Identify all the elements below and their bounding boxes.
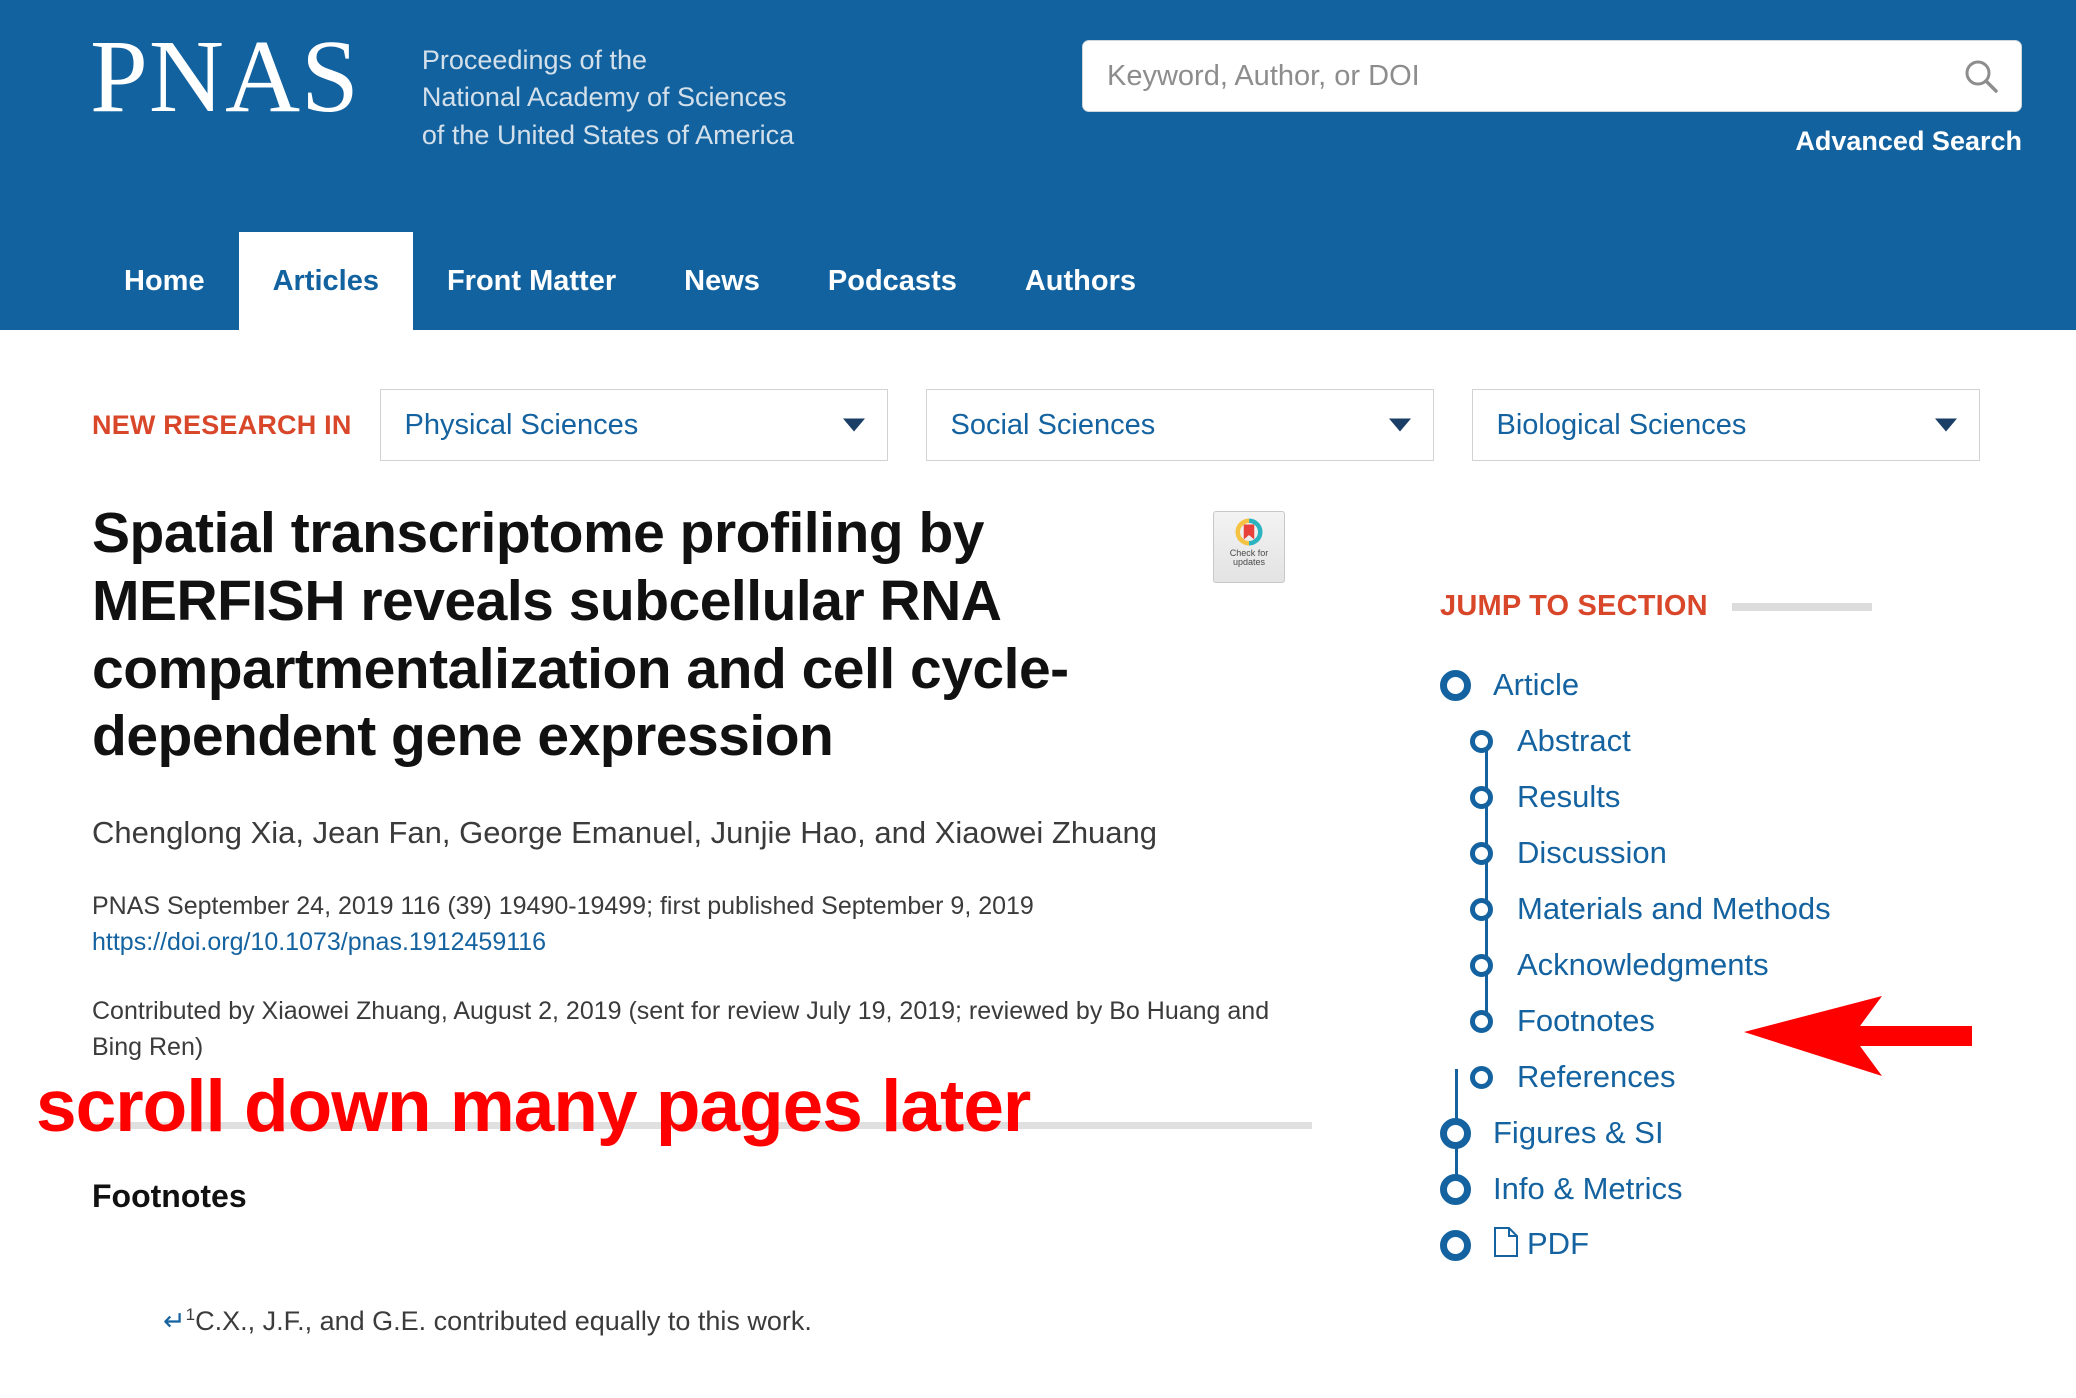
jump-item-discussion[interactable]: Discussion: [1440, 825, 2040, 881]
nav-item-authors[interactable]: Authors: [991, 232, 1170, 330]
chevron-down-icon: [1388, 418, 1411, 432]
circle-bullet-icon: [1470, 785, 1493, 809]
dropdown-biological-sciences[interactable]: Biological Sciences: [1471, 389, 1980, 461]
footnote-return-icon[interactable]: ↵: [163, 1306, 186, 1336]
author-list: Chenglong Xia, Jean Fan, George Emanuel,…: [92, 815, 1158, 851]
jump-item-info-and-metrics[interactable]: Info & Metrics: [1440, 1161, 2040, 1217]
circle-bullet-icon: [1470, 897, 1493, 921]
jump-item-materials-and-methods-label: Materials and Methods: [1517, 891, 1831, 926]
circle-bullet-icon: [1440, 669, 1471, 701]
dropdown-social-sciences[interactable]: Social Sciences: [925, 389, 1434, 461]
circle-bullet-icon: [1470, 1065, 1493, 1089]
advanced-search-link[interactable]: Advanced Search: [1795, 126, 2022, 157]
jump-to-section-rule: [1731, 602, 1872, 611]
dropdown-physical-sciences-label: Physical Sciences: [404, 408, 639, 441]
jump-item-references-label: References: [1517, 1059, 1676, 1094]
new-research-label: NEW RESEARCH IN: [92, 409, 352, 440]
search-input[interactable]: [1083, 41, 2021, 111]
circle-bullet-icon: [1470, 841, 1493, 865]
nav-item-podcasts[interactable]: Podcasts: [794, 232, 991, 330]
page-title: Spatial transcriptome profiling by MERFI…: [92, 501, 1069, 769]
pnas-logo[interactable]: PNAS Proceedings of the National Academy…: [90, 19, 795, 154]
nav-item-home[interactable]: Home: [90, 232, 239, 330]
jump-item-article-label: Article: [1493, 667, 1580, 702]
jump-item-pdf[interactable]: PDF: [1440, 1217, 2040, 1273]
pnas-wordmark: PNAS: [90, 19, 360, 134]
dropdown-biological-sciences-label: Biological Sciences: [1496, 408, 1747, 441]
pnas-tagline: Proceedings of the National Academy of S…: [421, 45, 795, 150]
nav-item-articles[interactable]: Articles: [238, 232, 413, 330]
jump-item-article[interactable]: Article: [1440, 657, 2040, 713]
chevron-down-icon: [1934, 418, 1957, 432]
jump-item-discussion-label: Discussion: [1517, 835, 1667, 870]
article-header: Spatial transcriptome profiling by MERFI…: [92, 500, 1312, 1065]
jump-item-results[interactable]: Results: [1440, 769, 2040, 825]
jump-item-footnotes-label: Footnotes: [1517, 1003, 1655, 1038]
main-nav: Home Articles Front Matter News Podcasts…: [0, 232, 2076, 330]
footnote-item: ↵1C.X., J.F., and G.E. contributed equal…: [163, 1305, 812, 1337]
search-area: Advanced Search: [1082, 40, 2022, 156]
search-icon[interactable]: [1961, 56, 2001, 96]
circle-bullet-icon: [1470, 1009, 1493, 1033]
jump-item-acknowledgments-label: Acknowledgments: [1517, 947, 1769, 982]
jump-item-acknowledgments[interactable]: Acknowledgments: [1440, 937, 2040, 993]
footnote-text: C.X., J.F., and G.E. contributed equally…: [195, 1306, 812, 1336]
nav-item-news[interactable]: News: [650, 232, 794, 330]
jump-item-references[interactable]: References: [1440, 1049, 2040, 1105]
contributed-by-line: Contributed by Xiaowei Zhuang, August 2,…: [92, 996, 1270, 1062]
pdf-label-text: PDF: [1527, 1225, 1589, 1261]
dropdown-physical-sciences[interactable]: Physical Sciences: [379, 389, 888, 461]
footnotes-heading: Footnotes: [92, 1178, 247, 1214]
jump-to-section-header: JUMP TO SECTION: [1440, 590, 2040, 623]
circle-bullet-icon: [1470, 729, 1493, 753]
nav-item-front-matter[interactable]: Front Matter: [413, 232, 650, 330]
new-research-bar: NEW RESEARCH IN Physical Sciences Social…: [0, 385, 2076, 465]
jump-to-section-list: Article Abstract Results Discussion Mate…: [1440, 657, 2040, 1273]
crossmark-icon: [1235, 518, 1263, 546]
dropdown-social-sciences-label: Social Sciences: [950, 408, 1156, 441]
jump-item-materials-and-methods[interactable]: Materials and Methods: [1440, 881, 2040, 937]
jump-item-footnotes[interactable]: Footnotes: [1440, 993, 2040, 1049]
scroll-annotation: scroll down many pages later: [36, 1066, 1031, 1147]
jump-item-abstract-label: Abstract: [1517, 723, 1631, 758]
pdf-file-icon: [1493, 1226, 1519, 1265]
jump-to-section-title: JUMP TO SECTION: [1440, 590, 1708, 622]
citation-line: PNAS September 24, 2019 116 (39) 19490-1…: [92, 891, 1034, 920]
jump-item-abstract[interactable]: Abstract: [1440, 713, 2040, 769]
jump-item-pdf-label: PDF: [1493, 1226, 1589, 1265]
circle-bullet-icon: [1440, 1173, 1471, 1205]
jump-item-results-label: Results: [1517, 779, 1621, 814]
crossmark-badge[interactable]: Check for updates: [1213, 511, 1285, 583]
jump-to-section-panel: JUMP TO SECTION Article Abstract Results: [1440, 590, 2040, 1273]
crossmark-label: Check for updates: [1229, 548, 1269, 568]
chevron-down-icon: [842, 418, 865, 432]
jump-item-figures-and-si-label: Figures & SI: [1493, 1115, 1664, 1150]
jump-connector-sub: [1485, 735, 1488, 1031]
page-root: PNAS Proceedings of the National Academy…: [0, 0, 2076, 1398]
footnote-marker: 1: [185, 1305, 196, 1324]
jump-item-figures-and-si[interactable]: Figures & SI: [1440, 1105, 2040, 1161]
circle-bullet-icon: [1470, 953, 1493, 977]
jump-item-info-and-metrics-label: Info & Metrics: [1493, 1171, 1683, 1206]
doi-link[interactable]: https://doi.org/10.1073/pnas.1912459116: [92, 928, 1312, 957]
circle-bullet-icon: [1440, 1229, 1471, 1261]
circle-bullet-icon: [1440, 1117, 1471, 1149]
site-header: PNAS Proceedings of the National Academy…: [0, 0, 2076, 330]
search-box[interactable]: [1082, 40, 2022, 112]
